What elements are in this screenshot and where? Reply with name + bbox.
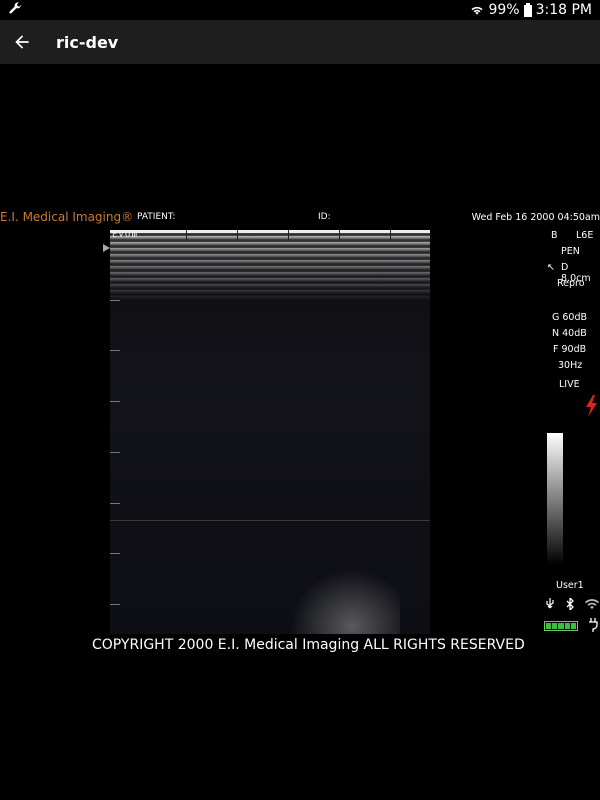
- patient-label: PATIENT:: [137, 212, 176, 222]
- wifi-signal-icon: [585, 599, 599, 609]
- scan-line: [110, 520, 430, 521]
- status-time: 3:18 PM: [535, 2, 592, 18]
- gain-label: G 60dB: [552, 312, 588, 323]
- live-label: LIVE: [559, 379, 580, 390]
- cursor-arrow-icon: ↖: [547, 262, 555, 273]
- depth-scale: [110, 230, 122, 634]
- user-label: User1: [556, 580, 584, 591]
- mode-label: B: [551, 230, 558, 241]
- near-gain-label: N 40dB: [552, 328, 587, 339]
- preset-label: PEN: [561, 246, 580, 257]
- probe-label: L6E: [576, 230, 594, 241]
- status-bar: 99% 3:18 PM: [0, 0, 600, 20]
- ultrasound-view: E.I. Medical Imaging® PATIENT: ID: Wed F…: [0, 64, 600, 800]
- plug-icon: [589, 618, 598, 632]
- back-arrow-icon[interactable]: [12, 32, 32, 52]
- brand-label: E.I. Medical Imaging®: [0, 210, 134, 224]
- frame-rate-label: 30Hz: [558, 360, 583, 371]
- lightning-icon: [586, 395, 597, 417]
- page-title: ric-dev: [56, 32, 119, 52]
- app-bar: ric-dev: [0, 20, 600, 64]
- battery-indicator: [544, 621, 578, 631]
- wifi-icon: [471, 6, 483, 15]
- bluetooth-icon: [566, 598, 574, 610]
- grayscale-bar: [547, 433, 563, 565]
- top-scale: [110, 230, 430, 240]
- echo-speckle: [280, 560, 400, 634]
- battery-percent: 99%: [488, 2, 520, 18]
- repro-label: Repro: [557, 278, 585, 289]
- ultrasound-image[interactable]: EVOⅢ: [110, 230, 430, 634]
- device-status-icons: [545, 598, 599, 610]
- copyright-text: COPYRIGHT 2000 E.I. Medical Imaging ALL …: [92, 637, 525, 653]
- exam-datetime: Wed Feb 16 2000 04:50am: [471, 212, 600, 223]
- battery-icon: [523, 3, 532, 17]
- id-label: ID:: [318, 212, 331, 222]
- wrench-icon: [9, 2, 22, 14]
- usb-icon: [546, 598, 554, 609]
- far-gain-label: F 90dB: [553, 344, 587, 355]
- focus-marker: [103, 244, 110, 252]
